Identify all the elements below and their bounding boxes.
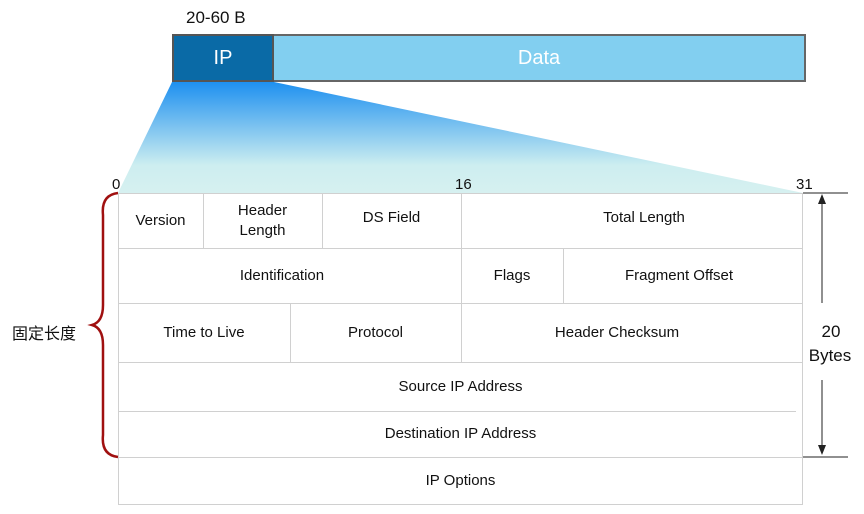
bit-0: 0: [112, 176, 121, 193]
field-source-ip: Source IP Address: [398, 377, 523, 395]
field-total-length: Total Length: [603, 209, 685, 226]
field-ip-options: IP Options: [425, 472, 496, 489]
brace-icon: [87, 191, 119, 459]
fixed-length-label: 固定长度: [12, 326, 77, 343]
field-ds: DS Field: [362, 209, 421, 226]
arrow-down-icon: [818, 445, 826, 455]
field-protocol: Protocol: [347, 323, 404, 341]
field-header-length: Header Length: [237, 201, 288, 239]
field-destination-ip: Destination IP Address: [384, 425, 537, 442]
bytes-number: 20: [821, 322, 841, 341]
bit-16: 16: [455, 176, 472, 193]
bit-31: 31: [796, 176, 813, 193]
field-fragment-offset: Fragment Offset: [624, 266, 734, 284]
bytes-unit: Bytes: [808, 346, 852, 365]
field-identification: Identification: [239, 266, 325, 284]
field-header-checksum: Header Checksum: [554, 323, 680, 341]
field-flags: Flags: [493, 266, 531, 284]
field-version: Version: [135, 211, 186, 229]
field-ttl: Time to Live: [163, 323, 245, 341]
